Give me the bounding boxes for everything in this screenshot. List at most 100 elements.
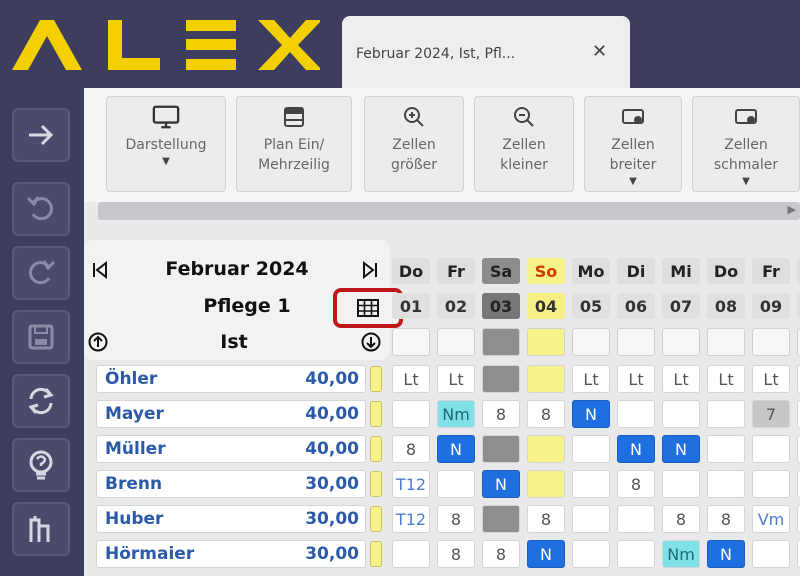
shift-cell[interactable]: N — [572, 400, 610, 428]
shift-cell[interactable] — [482, 365, 520, 393]
shift-cell[interactable]: 8 — [707, 505, 745, 533]
shift-cell[interactable]: Lt — [617, 365, 655, 393]
shift-cell[interactable]: N — [437, 435, 475, 463]
first-page-icon[interactable] — [90, 260, 110, 280]
cells-bigger-button[interactable]: Zellen größer — [364, 96, 464, 192]
shift-cell[interactable] — [572, 505, 610, 533]
shift-cell[interactable] — [572, 435, 610, 463]
shift-cell[interactable] — [707, 400, 745, 428]
employee-row[interactable]: Mayer 40,00 — [96, 400, 366, 428]
shift-cell[interactable]: Nm — [662, 540, 700, 568]
summary-cell[interactable] — [662, 328, 700, 356]
shift-cell[interactable] — [617, 400, 655, 428]
day-of-week-header: So — [527, 258, 565, 284]
employee-row[interactable]: Müller 40,00 — [96, 435, 366, 463]
shift-cell[interactable]: 8 — [527, 400, 565, 428]
cells-smaller-button[interactable]: Zellen kleiner — [474, 96, 574, 192]
shift-cell[interactable]: Lt — [572, 365, 610, 393]
shift-cell[interactable]: 8 — [527, 505, 565, 533]
shift-cell[interactable]: Nm — [437, 400, 475, 428]
document-tab[interactable]: Februar 2024, Ist, Pfl... ✕ — [342, 16, 630, 88]
arrow-up-circle-icon[interactable] — [88, 332, 108, 352]
shift-cell[interactable] — [572, 540, 610, 568]
shift-cell[interactable]: 8 — [617, 470, 655, 498]
employee-hours: 30,00 — [305, 509, 359, 529]
refresh-icon[interactable] — [12, 374, 70, 428]
shift-cell[interactable]: 8 — [437, 505, 475, 533]
shift-cell[interactable] — [752, 435, 790, 463]
shift-cell[interactable] — [617, 540, 655, 568]
shift-cell[interactable] — [662, 400, 700, 428]
shift-cell[interactable]: N — [707, 540, 745, 568]
shift-cell[interactable]: N — [527, 540, 565, 568]
summary-cell[interactable] — [437, 328, 475, 356]
shift-cell[interactable]: N — [482, 470, 520, 498]
shift-cell[interactable]: T12 — [392, 470, 430, 498]
shift-cell[interactable] — [617, 505, 655, 533]
employee-hours: 40,00 — [305, 439, 359, 459]
shift-cell[interactable] — [392, 540, 430, 568]
shift-cell[interactable] — [572, 470, 610, 498]
shift-cell[interactable] — [527, 365, 565, 393]
shift-cell[interactable]: Lt — [392, 365, 430, 393]
shift-cell[interactable] — [482, 505, 520, 533]
shift-cell[interactable]: Lt — [707, 365, 745, 393]
date-header: 07 — [662, 293, 700, 319]
shift-cell[interactable] — [527, 470, 565, 498]
summary-cell[interactable] — [392, 328, 430, 356]
day-of-week-header: Do — [707, 258, 745, 284]
summary-cell[interactable] — [617, 328, 655, 356]
summary-cell[interactable] — [572, 328, 610, 356]
last-page-icon[interactable] — [360, 260, 380, 280]
day-of-week-header: Mi — [662, 258, 700, 284]
arrow-right-icon[interactable] — [12, 108, 70, 162]
horizontal-scrollbar[interactable]: ▶ — [98, 202, 800, 220]
shift-cell[interactable] — [392, 400, 430, 428]
cells-wider-button[interactable]: Zellen breiter ▼ — [584, 96, 682, 192]
logo-m-icon[interactable] — [12, 502, 70, 556]
redo-icon[interactable] — [12, 246, 70, 300]
close-tab-icon[interactable]: ✕ — [592, 43, 607, 61]
display-button[interactable]: Darstellung ▼ — [106, 96, 226, 192]
employee-row[interactable]: Huber 30,00 — [96, 505, 366, 533]
help-bulb-icon[interactable] — [12, 438, 70, 492]
shift-cell[interactable] — [527, 435, 565, 463]
status-marker — [370, 401, 382, 427]
shift-cell[interactable]: 7 — [752, 400, 790, 428]
cells-narrower-button[interactable]: Zellen schmaler ▼ — [692, 96, 800, 192]
shift-cell[interactable] — [662, 470, 700, 498]
shift-cell[interactable]: 8 — [482, 400, 520, 428]
shift-cell[interactable] — [482, 435, 520, 463]
shift-cell[interactable] — [752, 470, 790, 498]
summary-cell[interactable] — [752, 328, 790, 356]
plan-rows-button[interactable]: Plan Ein/ Mehrzeilig — [236, 96, 352, 192]
arrow-down-circle-icon[interactable] — [361, 332, 381, 352]
shift-cell[interactable]: Lt — [752, 365, 790, 393]
shift-cell[interactable] — [437, 470, 475, 498]
shift-cell[interactable]: 8 — [662, 505, 700, 533]
shift-cell[interactable] — [707, 435, 745, 463]
shift-cell[interactable]: Lt — [437, 365, 475, 393]
shift-cell[interactable]: N — [662, 435, 700, 463]
shift-cell[interactable]: Lt — [662, 365, 700, 393]
shift-cell[interactable] — [707, 470, 745, 498]
shift-cell[interactable]: Vm — [752, 505, 790, 533]
summary-cell[interactable] — [482, 328, 520, 356]
shift-cell[interactable]: 8 — [392, 435, 430, 463]
undo-icon[interactable] — [12, 182, 70, 236]
shift-cell[interactable]: N — [617, 435, 655, 463]
summary-cell[interactable] — [707, 328, 745, 356]
employee-row[interactable]: Hörmaier 30,00 — [96, 540, 366, 568]
save-icon[interactable] — [12, 310, 70, 364]
employee-name: Müller — [105, 439, 166, 459]
summary-cell[interactable] — [527, 328, 565, 356]
employee-hours: 40,00 — [305, 404, 359, 424]
employee-row[interactable]: Öhler 40,00 — [96, 365, 366, 393]
shift-cell[interactable]: 8 — [482, 540, 520, 568]
scroll-right-icon[interactable]: ▶ — [788, 203, 796, 216]
shift-cell[interactable]: T12 — [392, 505, 430, 533]
shift-cell[interactable]: 8 — [437, 540, 475, 568]
widen-icon — [619, 105, 647, 129]
employee-row[interactable]: Brenn 30,00 — [96, 470, 366, 498]
shift-cell[interactable] — [752, 540, 790, 568]
